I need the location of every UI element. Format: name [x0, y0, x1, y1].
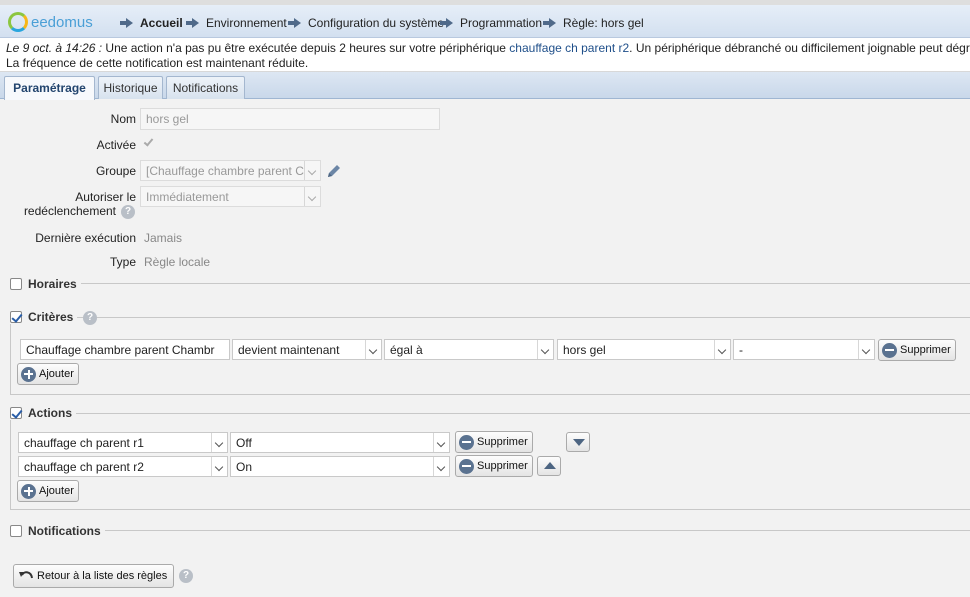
chevron-down-icon	[304, 187, 320, 206]
help-icon[interactable]: ?	[83, 311, 97, 325]
action-add-button[interactable]: Ajouter	[17, 480, 79, 502]
autoriser-select[interactable]: Immédiatement	[140, 186, 321, 207]
chevron-down-icon	[365, 340, 381, 359]
arrow-up-icon	[544, 462, 556, 469]
arrow-right-icon	[126, 18, 133, 28]
action-1-value-select[interactable]: Off	[230, 432, 450, 453]
eedomus-logo[interactable]: eedomus	[8, 12, 93, 32]
actions-section[interactable]: Actions	[10, 406, 77, 420]
tab-parametrage[interactable]: Paramétrage	[4, 76, 95, 100]
tab-notifications[interactable]: Notifications	[166, 76, 245, 99]
top-navigation-bar: eedomus Accueil Environnement Configurat…	[0, 5, 970, 38]
logo-ring-icon	[8, 12, 28, 32]
autoriser-label-1: Autoriser le	[75, 190, 136, 204]
action-2-device-select[interactable]: chauffage ch parent r2	[18, 456, 228, 477]
notifications-checkbox[interactable]	[10, 525, 22, 537]
notification-banner: Le 9 oct. à 14:26 : Une action n'a pas p…	[0, 38, 970, 72]
tab-historique[interactable]: Historique	[98, 76, 163, 99]
criteres-section[interactable]: Critères	[10, 310, 78, 324]
notice-date: Le 9 oct. à 14:26 :	[6, 41, 103, 55]
logo-text: eedomus	[31, 13, 93, 31]
minus-icon	[459, 434, 474, 450]
minus-icon	[459, 458, 474, 474]
breadcrumb-environnement[interactable]: Environnement	[186, 16, 287, 30]
arrow-right-icon	[549, 18, 556, 28]
plus-icon	[21, 483, 36, 499]
nom-input[interactable]: hors gel	[140, 108, 440, 130]
notice-text-continued: . Un périphérique débranché ou difficile…	[629, 41, 970, 55]
arrow-right-icon	[192, 18, 199, 28]
chevron-down-icon	[433, 433, 449, 452]
actions-checkbox[interactable]	[10, 407, 22, 419]
type-label: Type	[109, 255, 136, 269]
move-up-button[interactable]	[537, 456, 561, 476]
arrow-right-icon	[446, 18, 453, 28]
critere-extra-select[interactable]: -	[733, 339, 875, 360]
chevron-down-icon	[211, 433, 227, 452]
breadcrumb-regle[interactable]: Règle: hors gel	[543, 16, 644, 30]
breadcrumb-programmation[interactable]: Programmation	[440, 16, 542, 30]
critere-value-select[interactable]: hors gel	[557, 339, 731, 360]
chevron-down-icon	[211, 457, 227, 476]
undo-arrow-icon	[19, 571, 33, 579]
chevron-down-icon	[304, 161, 320, 180]
nom-label: Nom	[110, 112, 136, 126]
autoriser-label-2: redéclenchement	[23, 204, 116, 218]
critere-add-button[interactable]: Ajouter	[17, 363, 79, 385]
action-1-delete-button[interactable]: Supprimer	[455, 431, 533, 453]
help-icon[interactable]: ?	[179, 569, 193, 583]
groupe-select[interactable]: [Chauffage chambre parent C	[140, 160, 321, 181]
activee-checkbox[interactable]	[143, 136, 155, 149]
horaires-section[interactable]: Horaires	[10, 277, 81, 291]
chevron-down-icon	[714, 340, 730, 359]
action-2-value-select[interactable]: On	[230, 456, 450, 477]
critere-operator-select[interactable]: égal à	[384, 339, 554, 360]
minus-icon	[882, 342, 897, 358]
plus-icon	[21, 366, 36, 382]
critere-device-select[interactable]: Chauffage chambre parent Chambr	[20, 339, 230, 360]
derniere-execution-value: Jamais	[144, 231, 183, 245]
chevron-down-icon	[433, 457, 449, 476]
back-to-rules-button[interactable]: Retour à la liste des règles	[13, 564, 175, 588]
arrow-down-icon	[573, 439, 585, 446]
chevron-down-icon	[537, 340, 553, 359]
notice-text: Une action n'a pas pu être exécutée depu…	[102, 41, 510, 55]
horaires-divider	[10, 283, 970, 284]
checkmark-icon	[143, 136, 154, 147]
breadcrumb-configuration[interactable]: Configuration du système	[288, 16, 444, 30]
action-2-delete-button[interactable]: Supprimer	[455, 455, 533, 477]
help-icon[interactable]: ?	[121, 205, 135, 219]
groupe-label: Groupe	[95, 164, 136, 178]
move-down-button[interactable]	[566, 432, 590, 452]
notifications-divider	[10, 530, 970, 531]
pencil-icon[interactable]	[325, 162, 343, 180]
tab-bar: Paramétrage Historique Notifications	[0, 72, 970, 100]
action-1-device-select[interactable]: chauffage ch parent r1	[18, 432, 228, 453]
critere-delete-button[interactable]: Supprimer	[878, 339, 956, 361]
chevron-down-icon	[858, 340, 874, 359]
derniere-execution-label: Dernière exécution	[35, 231, 136, 245]
critere-condition-select[interactable]: devient maintenant	[232, 339, 382, 360]
notice-line-2: La fréquence de cette notification est m…	[6, 56, 309, 70]
horaires-checkbox[interactable]	[10, 278, 22, 290]
notice-device-link[interactable]: chauffage ch parent r2	[509, 41, 629, 55]
notifications-section[interactable]: Notifications	[10, 524, 105, 538]
activee-label: Activée	[96, 138, 136, 152]
criteres-checkbox[interactable]	[10, 311, 22, 323]
breadcrumb-accueil[interactable]: Accueil	[120, 16, 183, 30]
arrow-right-icon	[294, 18, 301, 28]
type-value: Règle locale	[144, 255, 211, 269]
